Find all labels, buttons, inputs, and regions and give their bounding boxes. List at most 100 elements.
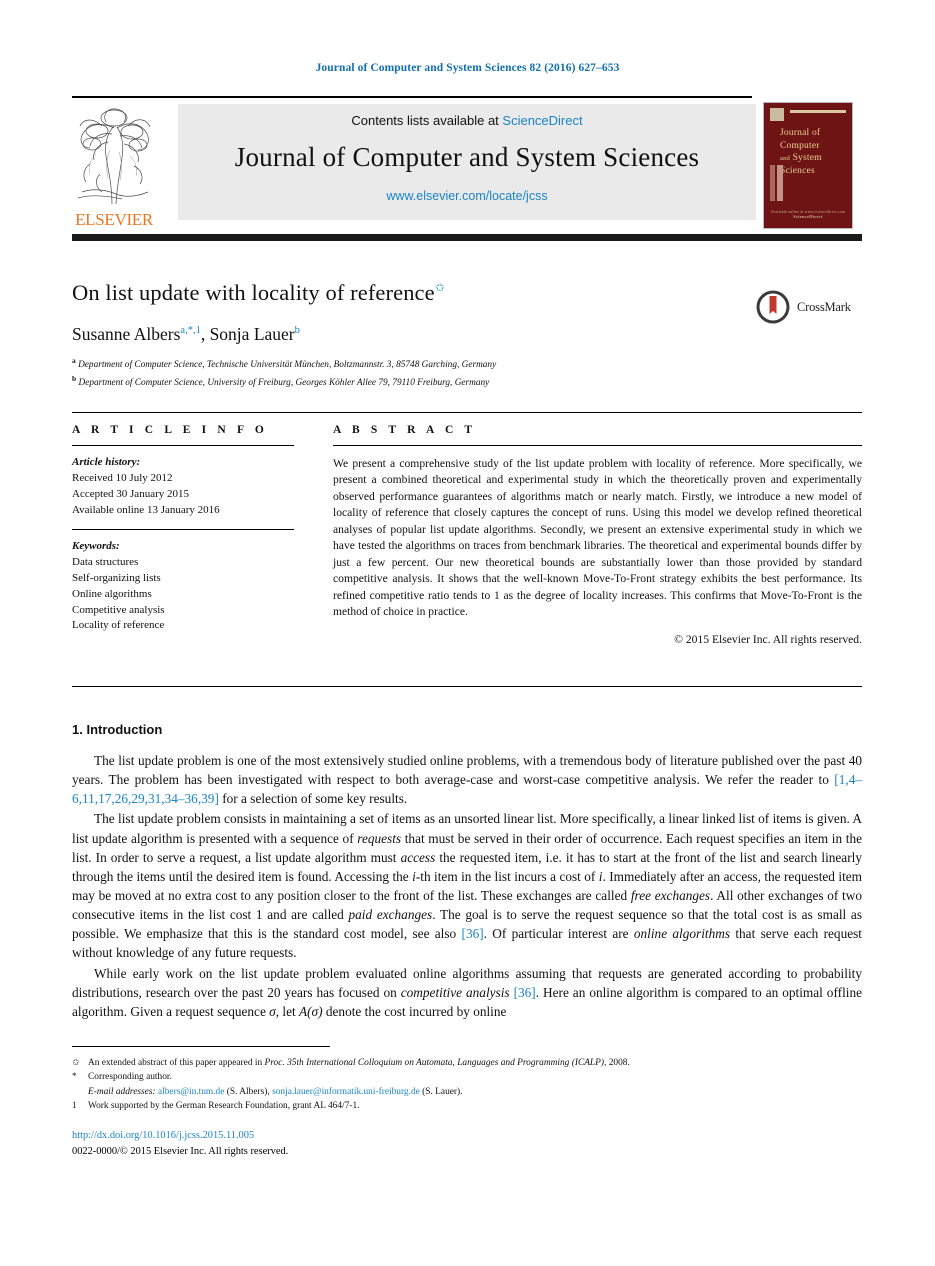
article-info-heading-rule [72,445,294,446]
elsevier-wordmark: ELSEVIER [75,210,153,229]
paragraph-3-text-d: denote the cost incurred by online [322,1003,507,1019]
footnote-one-mark: 1 [72,1099,77,1110]
crossmark-icon [756,290,790,324]
sciencedirect-link[interactable]: ScienceDirect [502,113,582,128]
article-info-heading: A R T I C L E I N F O [72,424,268,436]
article-history-online: Available online 13 January 2016 [72,503,220,516]
affiliation-a: a Department of Computer Science, Techni… [72,355,862,373]
journal-url-link[interactable]: www.elsevier.com/locate/jcss [386,189,547,203]
paragraph-1-text-b: for a selection of some key results. [218,791,408,807]
cover-title-line4: Sciences [780,165,815,176]
term-access: access [400,849,436,865]
author-name-1: Susanne Albers [72,324,181,344]
affiliation-a-text: Department of Computer Science, Technisc… [78,360,497,371]
masthead-bottom-rule [72,234,862,241]
cover-footer: Available online at www.sciencedirect.co… [764,210,852,219]
cover-title-line3: System [792,153,822,164]
footnote-star-text: An extended abstract of this paper appea… [88,1056,630,1070]
footnote-funding: 1 Work supported by the German Research … [72,1099,862,1113]
paragraph-1-text-a: The list update problem is one of the mo… [72,753,862,788]
cover-title-line3-small: and [780,155,790,163]
body-paragraph-2: The list update problem consists in main… [72,809,862,962]
cover-title-line2: Computer [780,140,820,151]
section-heading-introduction: 1. Introduction [72,722,163,737]
abstract-text: We present a comprehensive study of the … [333,457,862,619]
keywords-group: Keywords: Data structures Self-organizin… [72,539,294,635]
paragraph-3-text-c: , let [275,1003,299,1019]
article-info-divider [72,528,294,530]
abstract-heading: A B S T R A C T [333,424,477,436]
crossmark-label: CrossMark [797,299,851,314]
term-free-exchanges: free exchanges [630,887,711,903]
footnote-funding-text: Work supported by the German Research Fo… [88,1100,360,1111]
journal-name: Journal of Computer and System Sciences [234,142,700,172]
footnote-corresponding-author: * Corresponding author. [72,1070,862,1084]
affiliation-b: b Department of Computer Science, Univer… [72,373,862,391]
paragraph-2-text-h: . Of particular interest are [483,926,634,942]
footnote-star-text-a: An extended abstract of this paper appea… [88,1058,265,1068]
footnote-corresponding-author-text: Corresponding author. [88,1072,172,1083]
keyword-item: Data structures [72,555,139,568]
cover-title: Journal of Computer and System Sciences [780,127,848,177]
keyword-item: Online algorithms [72,587,152,600]
term-online-algorithms: online algorithms [633,926,731,942]
abstract-column: A B S T R A C T We present a comprehensi… [333,424,862,646]
running-head: Journal of Computer and System Sciences … [315,62,620,74]
footnote-star: ✩ An extended abstract of this paper app… [72,1056,862,1070]
abstract-heading-rule [333,445,862,446]
paper-page: Journal of Computer and System Sciences … [0,0,935,1266]
email-owner-albers: (S. Albers), [224,1086,273,1097]
page-footer: http://dx.doi.org/10.1016/j.jcss.2015.11… [72,1128,572,1159]
citation-link-2[interactable]: [36] [462,926,484,941]
article-history-group: Article history: Received 10 July 2012 A… [72,455,294,519]
term-competitive-analysis: competitive analysis [400,984,510,1000]
doi-link[interactable]: http://dx.doi.org/10.1016/j.jcss.2015.11… [72,1128,572,1144]
email-owner-lauer: (S. Lauer). [419,1086,463,1097]
author-1-marks[interactable]: a,*,1 [180,325,200,336]
footnote-star-mark: ✩ [72,1057,80,1067]
keyword-item: Self-organizing lists [72,571,161,584]
contents-available-line: Contents lists available at ScienceDirec… [351,113,582,128]
article-history-label: Article history: [72,456,141,468]
body-paragraph-1: The list update problem is one of the mo… [72,751,862,808]
footnote-star-proc-title: Proc. 35th International Colloquium on A… [264,1058,605,1068]
symbol-a-sigma: A(σ) [299,1003,323,1019]
footnote-emails: E-mail addresses: albers@in.tum.de (S. A… [72,1085,862,1099]
keyword-item: Locality of reference [72,619,165,632]
info-section-top-rule [72,412,862,413]
crossmark-badge[interactable]: CrossMark [755,287,865,327]
author-list: Susanne Albersa,*,1, Sonja Lauerb [72,324,300,344]
keyword-item: Competitive analysis [72,603,165,616]
article-history-received: Received 10 July 2012 [72,471,173,484]
issn-copyright: 0022-0000/© 2015 Elsevier Inc. All right… [72,1145,289,1157]
article-info-column: A R T I C L E I N F O Article history: R… [72,424,294,634]
cover-top-bar [790,110,846,113]
title-footnote-star-icon[interactable]: ✩ [435,281,445,295]
cover-title-line1: Journal of [780,128,821,138]
footnote-rule [72,1046,330,1047]
citation-link-3[interactable]: [36] [514,985,536,1000]
cover-footer-line2: ScienceDirect [793,214,823,219]
affiliation-b-text: Department of Computer Science, Universi… [78,378,490,389]
contents-prefix: Contents lists available at [351,113,503,128]
journal-cover-thumbnail[interactable]: Journal of Computer and System Sciences … [763,102,853,229]
term-requests: requests [357,830,402,846]
cover-elsevier-mini-logo [770,108,784,121]
email-addresses-label: E-mail addresses: [88,1086,156,1097]
masthead-top-rule [72,96,752,98]
elsevier-logo: ELSEVIER [72,104,156,228]
article-history-accepted: Accepted 30 January 2015 [72,487,189,500]
affiliation-a-mark: a [72,356,76,365]
body-column: 1. Introduction The list update problem … [72,722,862,1022]
email-link-lauer[interactable]: sonja.lauer@informatik.uni-freiburg.de [272,1087,420,1097]
article-title-block: On list update with locality of referenc… [72,280,862,391]
contents-box: Contents lists available at ScienceDirec… [178,104,756,220]
footnote-asterisk-mark: * [72,1071,77,1082]
abstract-bottom-rule [72,686,862,687]
cover-decorative-bars [770,165,783,201]
footnote-star-text-b: , 2008. [604,1058,630,1068]
paper-title-text: On list update with locality of referenc… [72,280,435,305]
email-link-albers[interactable]: albers@in.tum.de [158,1087,224,1097]
author-2-marks[interactable]: b [295,325,300,336]
elsevier-tree-icon [72,104,156,210]
